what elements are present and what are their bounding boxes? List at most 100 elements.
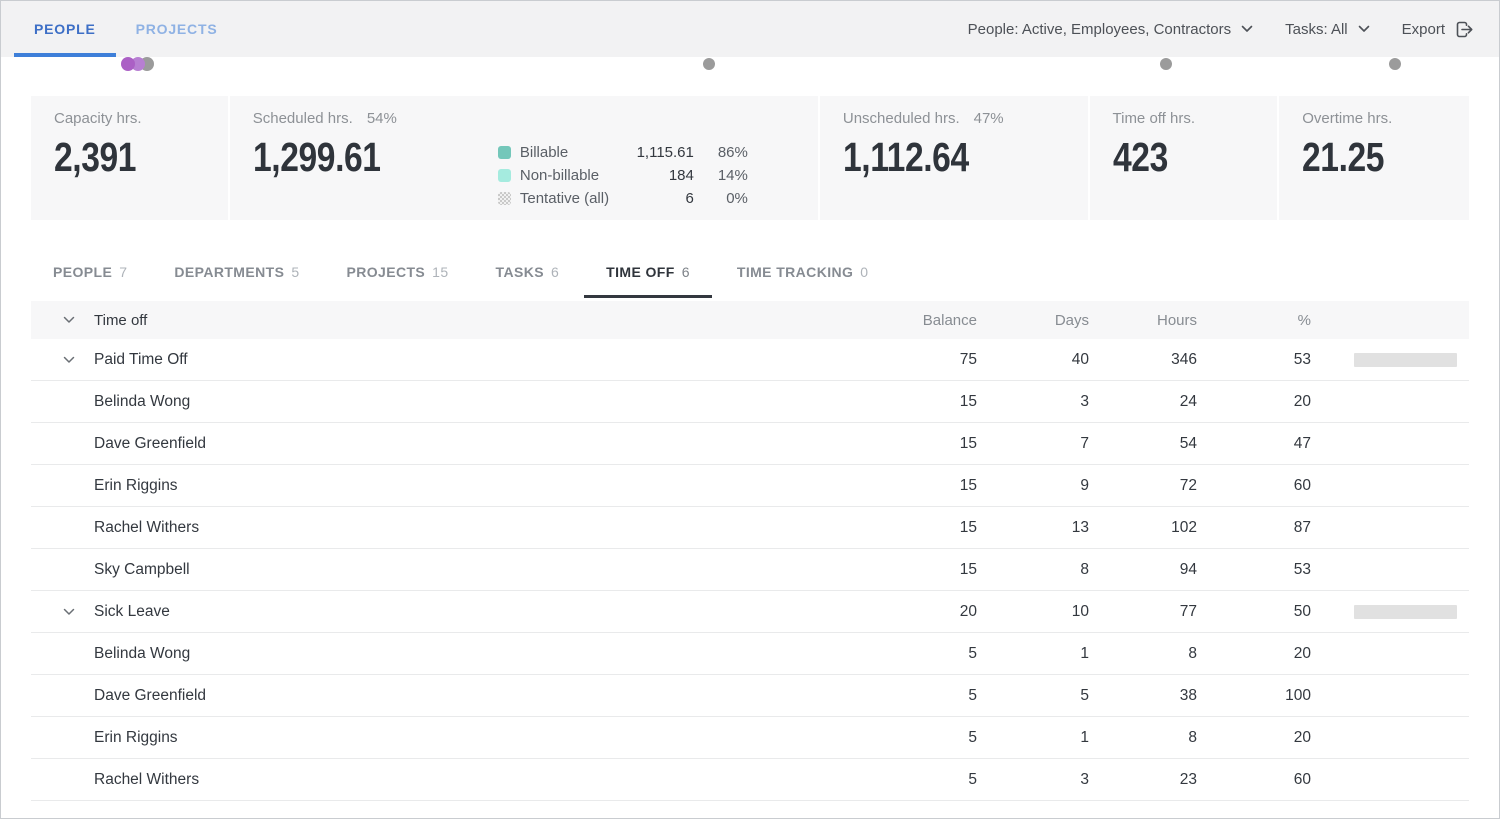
tab-label: TIME TRACKING: [737, 264, 853, 280]
table-row-person[interactable]: Rachel Withers 5 3 23 60: [31, 759, 1469, 801]
table-row-person[interactable]: Belinda Wong 15 3 24 20: [31, 381, 1469, 423]
row-name: Dave Greenfield: [94, 687, 867, 705]
timeline-marker-gray[interactable]: [703, 58, 715, 70]
row-balance: 75: [867, 351, 977, 369]
row-days: 10: [977, 603, 1089, 621]
tentative-label: Tentative (all): [520, 190, 611, 207]
tab-count: 15: [432, 264, 448, 280]
legend-row-billable: Billable 1,115.61 86%: [498, 141, 748, 164]
tab-label: PEOPLE: [53, 264, 112, 280]
tab-report-timeoff[interactable]: TIME OFF 6: [584, 246, 712, 298]
row-hours: 102: [1089, 519, 1197, 537]
group-chevron-icon[interactable]: [63, 608, 79, 616]
unscheduled-label: Unscheduled hrs.: [843, 110, 960, 127]
tentative-percent: 0%: [694, 190, 748, 207]
scheduled-value: 1,299.61: [253, 134, 381, 181]
tab-people[interactable]: PEOPLE: [14, 1, 116, 57]
row-name: Erin Riggins: [94, 477, 867, 495]
tab-projects[interactable]: PROJECTS: [116, 1, 238, 57]
table-row-person[interactable]: Dave Greenfield 5 5 38 100: [31, 675, 1469, 717]
row-balance: 5: [867, 729, 977, 747]
timeoff-card: Time off hrs. 423: [1088, 96, 1278, 220]
tentative-swatch-icon: [498, 192, 511, 205]
row-balance: 15: [867, 435, 977, 453]
tab-projects-label: PROJECTS: [136, 21, 218, 37]
tab-report-timetracking[interactable]: TIME TRACKING 0: [715, 246, 891, 298]
table-row-person[interactable]: Erin Riggins 5 1 8 20: [31, 717, 1469, 759]
row-name: Rachel Withers: [94, 771, 867, 789]
overtime-label: Overtime hrs.: [1302, 110, 1392, 127]
tab-report-people[interactable]: PEOPLE7: [31, 246, 149, 298]
table-row-person[interactable]: Erin Riggins 15 9 72 60: [31, 465, 1469, 507]
timeline-marker-purple[interactable]: [121, 57, 135, 71]
row-days: 8: [977, 561, 1089, 579]
group-chevron-icon[interactable]: [63, 356, 79, 364]
col-header-days[interactable]: Days: [977, 312, 1089, 329]
export-icon: [1454, 20, 1475, 39]
overtime-card: Overtime hrs. 21.25: [1277, 96, 1469, 220]
table-row-group[interactable]: Paid Time Off 75 40 346 53: [31, 339, 1469, 381]
row-name: Rachel Withers: [94, 519, 867, 537]
row-hours: 346: [1089, 351, 1197, 369]
people-filter-dropdown[interactable]: People: Active, Employees, Contractors: [968, 21, 1253, 38]
row-balance: 5: [867, 771, 977, 789]
tab-report-departments[interactable]: DEPARTMENTS5: [152, 246, 321, 298]
tasks-filter-label: Tasks: All: [1285, 21, 1348, 38]
row-days: 3: [977, 771, 1089, 789]
unscheduled-value: 1,112.64: [843, 134, 1044, 181]
row-hours: 77: [1089, 603, 1197, 621]
row-hours: 94: [1089, 561, 1197, 579]
row-balance: 15: [867, 393, 977, 411]
export-label: Export: [1402, 21, 1445, 38]
col-header-percent[interactable]: %: [1197, 312, 1311, 329]
unscheduled-card: Unscheduled hrs. 47% 1,112.64: [818, 96, 1088, 220]
row-days: 5: [977, 687, 1089, 705]
row-name: Sick Leave: [94, 603, 867, 621]
row-bar-cell: [1311, 605, 1457, 619]
billable-swatch-icon: [498, 146, 511, 159]
row-percent: 60: [1197, 477, 1311, 495]
row-balance: 15: [867, 519, 977, 537]
tab-report-projects[interactable]: PROJECTS15: [325, 246, 471, 298]
row-percent: 20: [1197, 393, 1311, 411]
billable-percent: 86%: [694, 144, 748, 161]
row-hours: 38: [1089, 687, 1197, 705]
timeoff-label: Time off hrs.: [1113, 110, 1196, 127]
table-row-person[interactable]: Belinda Wong 5 1 8 20: [31, 633, 1469, 675]
timeline-marker-gray[interactable]: [1389, 58, 1401, 70]
row-percent: 100: [1197, 687, 1311, 705]
row-percent: 60: [1197, 771, 1311, 789]
scheduled-label: Scheduled hrs.: [253, 110, 353, 127]
table-row-person[interactable]: Sky Campbell 15 8 94 53: [31, 549, 1469, 591]
col-header-hours[interactable]: Hours: [1089, 312, 1197, 329]
tasks-filter-dropdown[interactable]: Tasks: All: [1285, 21, 1370, 38]
tab-label: TIME OFF: [606, 264, 675, 280]
report-tabs: PEOPLE7 DEPARTMENTS5 PROJECTS15 TASKS6 T…: [31, 246, 1469, 298]
table-row-person[interactable]: Rachel Withers 15 13 102 87: [31, 507, 1469, 549]
table-row-person[interactable]: Dave Greenfield 15 7 54 47: [31, 423, 1469, 465]
tab-report-tasks[interactable]: TASKS6: [474, 246, 582, 298]
col-header-balance[interactable]: Balance: [867, 312, 977, 329]
tentative-value: 6: [611, 190, 694, 207]
timeline-marker-gray[interactable]: [1160, 58, 1172, 70]
nonbillable-swatch-icon: [498, 169, 511, 182]
nonbillable-percent: 14%: [694, 167, 748, 184]
table-row-group[interactable]: Sick Leave 20 10 77 50: [31, 591, 1469, 633]
tab-count: 6: [551, 264, 559, 280]
tab-count: 0: [860, 264, 868, 280]
collapse-all-chevron-icon[interactable]: [63, 316, 79, 324]
export-button[interactable]: Export: [1402, 20, 1475, 39]
table-title: Time off: [94, 312, 867, 329]
scheduled-card: Scheduled hrs. 54% 1,299.61 Billable 1,1…: [228, 96, 818, 220]
tab-count: 6: [682, 264, 690, 280]
row-hours: 8: [1089, 645, 1197, 663]
row-balance: 15: [867, 477, 977, 495]
row-balance: 15: [867, 561, 977, 579]
timeoff-value: 423: [1113, 134, 1248, 181]
timeline-marker-strip: [1, 57, 1499, 96]
capacity-value: 2,391: [54, 134, 196, 181]
row-percent: 50: [1197, 603, 1311, 621]
row-days: 13: [977, 519, 1089, 537]
billable-value: 1,115.61: [611, 144, 694, 161]
row-name: Paid Time Off: [94, 351, 867, 369]
